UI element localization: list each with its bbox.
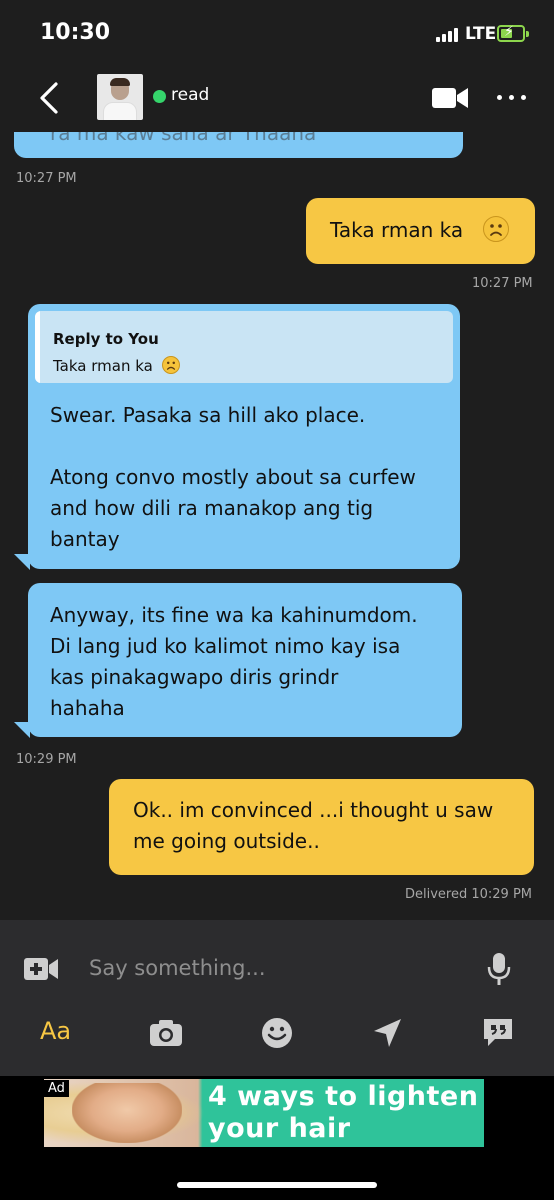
more-options-icon[interactable]	[497, 95, 527, 101]
back-arrow-icon[interactable]	[36, 80, 66, 116]
video-camera-icon[interactable]	[432, 86, 468, 110]
location-arrow-icon[interactable]	[370, 1016, 404, 1050]
chat-header: read	[0, 62, 554, 132]
delivery-status: Delivered 10:29 PM	[405, 887, 533, 902]
reply-quote-bar	[35, 311, 40, 383]
reply-quote[interactable]: Reply to You Taka rman ka	[35, 311, 453, 383]
message-timestamp: 10:29 PM	[16, 752, 77, 767]
bubble-tail	[14, 554, 30, 570]
sad-face-emoji-icon	[161, 355, 180, 374]
status-bar: 10:30 LTE ⚡	[0, 0, 554, 62]
bubble-tail	[518, 859, 534, 875]
ad-headline-line2: your hair naturall	[208, 1113, 351, 1147]
ad-image-face	[72, 1083, 182, 1143]
home-indicator	[177, 1182, 377, 1188]
avatar[interactable]	[97, 74, 143, 120]
message-bubble-incoming[interactable]: ra ma kaw sana ar Thaana	[14, 132, 463, 158]
message-bubble-outgoing[interactable]: Taka rman ka	[306, 198, 535, 264]
smiley-icon[interactable]	[260, 1016, 294, 1050]
ad-badge: Ad	[44, 1080, 69, 1097]
message-text: ra ma kaw sana ar Thaana	[50, 132, 317, 145]
sad-face-emoji-icon	[483, 216, 509, 242]
ad-headline-line1: 4 ways to lighten	[208, 1081, 479, 1112]
message-input[interactable]: Say something...	[89, 956, 266, 980]
message-text: Anyway, its fine wa ka kahinumdom. Di la…	[50, 603, 418, 720]
ad-banner[interactable]: 4 ways to lighten your hair naturall	[44, 1079, 484, 1147]
message-bubble-incoming[interactable]: Anyway, its fine wa ka kahinumdom. Di la…	[28, 583, 462, 737]
avatar-body	[103, 102, 137, 120]
status-time: 10:30	[40, 20, 111, 45]
battery-tip	[526, 31, 529, 37]
message-bubble-incoming[interactable]: Reply to You Taka rman ka Swear. Pasaka …	[28, 304, 460, 569]
text-format-button[interactable]: Aa	[40, 1017, 71, 1045]
bubble-tail	[14, 722, 30, 738]
message-timestamp: 10:27 PM	[16, 171, 77, 186]
reply-text: Taka rman ka	[53, 351, 180, 382]
charging-bolt-icon: ⚡	[504, 24, 514, 40]
read-status: read	[171, 85, 210, 105]
message-list[interactable]: ra ma kaw sana ar Thaana 10:27 PM Taka r…	[0, 132, 554, 920]
microphone-icon[interactable]	[486, 952, 512, 986]
reply-quoted-text: Taka rman ka	[53, 357, 153, 375]
quote-bubble-icon[interactable]	[481, 1016, 515, 1050]
message-timestamp: 10:27 PM	[472, 276, 533, 291]
camera-icon[interactable]	[149, 1016, 183, 1050]
online-status-dot	[153, 90, 166, 103]
compose-area: Say something... Aa	[0, 920, 554, 1076]
avatar-hair	[110, 78, 130, 86]
message-text: Swear. Pasaka sa hill ako place. Atong c…	[50, 403, 416, 551]
network-type: LTE	[465, 24, 497, 44]
message-text: Taka rman ka	[330, 218, 464, 242]
message-text: Ok.. im convinced ...i thought u saw me …	[133, 798, 494, 853]
add-video-icon[interactable]	[24, 957, 58, 981]
signal-strength-icon	[436, 28, 458, 42]
message-bubble-outgoing[interactable]: Ok.. im convinced ...i thought u saw me …	[109, 779, 534, 875]
